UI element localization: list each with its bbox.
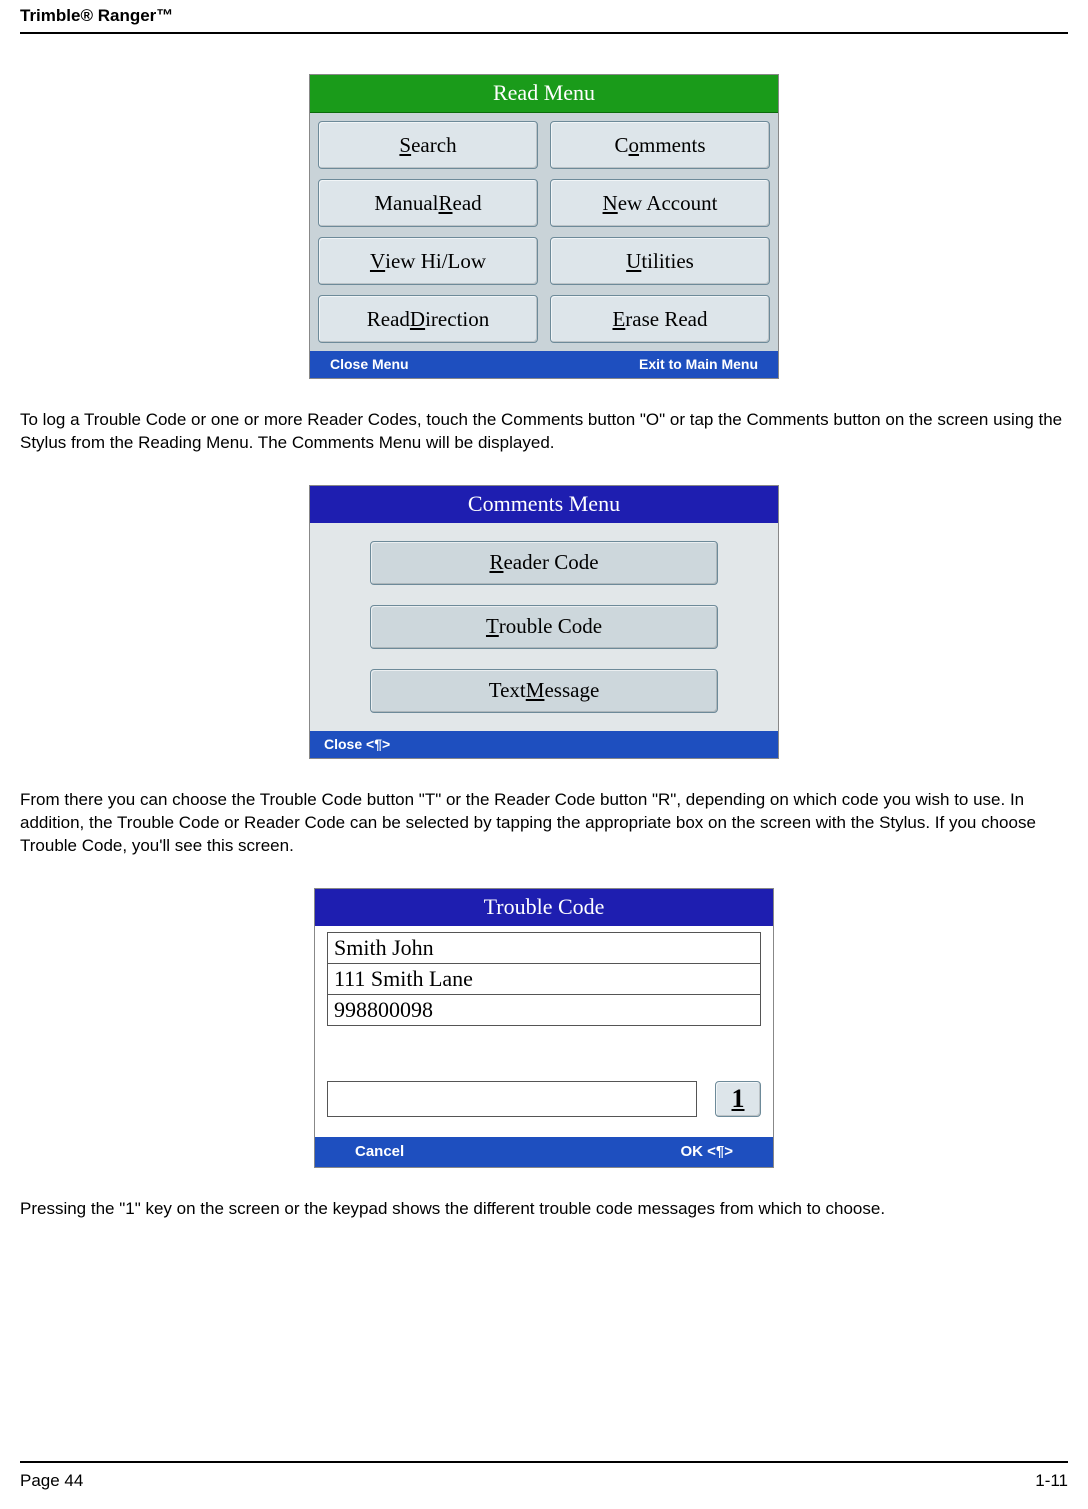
read-menu-title: Read Menu [310, 75, 778, 113]
paragraph-1: To log a Trouble Code or one or more Rea… [20, 409, 1068, 455]
tc-one-button[interactable]: 1 [715, 1081, 761, 1117]
close-menu-button[interactable]: Close Menu [330, 356, 409, 372]
read-menu-screenshot: Read Menu Search Comments Manual Read Ne… [309, 74, 779, 379]
cancel-button[interactable]: Cancel [355, 1143, 404, 1160]
trouble-code-body: Smith John 111 Smith Lane 998800098 1 [315, 926, 773, 1137]
utilities-button[interactable]: Utilities [550, 237, 770, 285]
comments-menu-body: Reader Code Trouble Code Text Message [310, 523, 778, 731]
search-button[interactable]: Search [318, 121, 538, 169]
read-direction-button[interactable]: Read Direction [318, 295, 538, 343]
trouble-code-footer: Cancel OK <¶> [315, 1137, 773, 1167]
erase-read-button[interactable]: Erase Read [550, 295, 770, 343]
read-menu-footer: Close Menu Exit to Main Menu [310, 351, 778, 378]
comments-menu-title: Comments Menu [310, 486, 778, 523]
reader-code-button[interactable]: Reader Code [370, 541, 718, 585]
tc-code-input[interactable] [327, 1081, 697, 1117]
trouble-code-button[interactable]: Trouble Code [370, 605, 718, 649]
comments-button[interactable]: Comments [550, 121, 770, 169]
read-menu-body: Search Comments Manual Read New Account … [310, 113, 778, 351]
manual-read-button[interactable]: Manual Read [318, 179, 538, 227]
trouble-code-title: Trouble Code [315, 889, 773, 926]
page-number-left: Page 44 [20, 1471, 83, 1491]
exit-main-menu-button[interactable]: Exit to Main Menu [639, 356, 758, 372]
close-button[interactable]: Close <¶> [324, 736, 390, 752]
comments-menu-footer: Close <¶> [310, 731, 778, 758]
paragraph-2: From there you can choose the Trouble Co… [20, 789, 1068, 858]
tc-name-row: Smith John [327, 932, 761, 964]
tc-address-row: 111 Smith Lane [327, 964, 761, 995]
text-message-button[interactable]: Text Message [370, 669, 718, 713]
tc-account-row: 998800098 [327, 995, 761, 1026]
ok-button[interactable]: OK <¶> [680, 1143, 733, 1160]
paragraph-3: Pressing the "1" key on the screen or th… [20, 1198, 1068, 1221]
tc-input-row: 1 [327, 1081, 761, 1117]
page-footer: Page 44 1-11 [20, 1461, 1068, 1491]
trouble-code-screenshot: Trouble Code Smith John 111 Smith Lane 9… [314, 888, 774, 1168]
page-number-right: 1-11 [1035, 1471, 1068, 1491]
page-header: Trimble® Ranger™ [20, 0, 1068, 34]
comments-menu-screenshot: Comments Menu Reader Code Trouble Code T… [309, 485, 779, 759]
new-account-button[interactable]: New Account [550, 179, 770, 227]
view-hi-low-button[interactable]: View Hi/Low [318, 237, 538, 285]
